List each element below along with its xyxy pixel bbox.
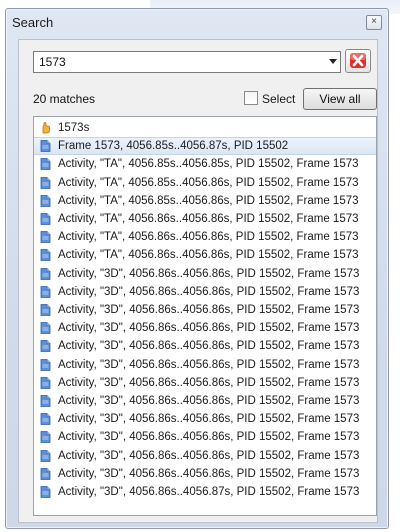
search-combobox[interactable] (33, 51, 341, 73)
clear-x-icon (350, 53, 366, 68)
document-icon (40, 431, 51, 444)
result-label: Activity, "3D", 4056.86s..4056.86s, PID … (58, 304, 360, 316)
result-label: Activity, "TA", 4056.86s..4056.86s, PID … (58, 213, 359, 225)
document-icon (40, 340, 51, 353)
document-icon (40, 213, 51, 225)
search-window: Search × 20 matches Select View all 1573… (5, 8, 389, 529)
result-row[interactable]: Activity, "3D", 4056.86s..4056.86s, PID … (34, 428, 376, 446)
result-label: Activity, "3D", 4056.86s..4056.86s, PID … (58, 322, 360, 335)
clear-search-button[interactable] (345, 49, 371, 73)
document-icon (40, 267, 51, 280)
result-label: Activity, "3D", 4056.86s..4056.86s, PID … (58, 395, 360, 407)
result-row[interactable]: Activity, "TA", 4056.85s..4056.86s, PID … (34, 192, 376, 210)
result-label: Activity, "3D", 4056.86s..4056.86s, PID … (58, 431, 360, 444)
document-icon (40, 176, 51, 189)
result-row[interactable]: Activity, "3D", 4056.86s..4056.86s, PID … (34, 392, 376, 410)
title-bar[interactable]: Search × (6, 9, 388, 33)
document-icon (40, 322, 51, 335)
result-label: Activity, "3D", 4056.86s..4056.86s, PID … (58, 449, 360, 462)
result-label: Activity, "TA", 4056.85s..4056.85s, PID … (58, 158, 359, 171)
search-input[interactable] (34, 52, 319, 72)
match-count: 20 matches (33, 92, 96, 106)
result-row[interactable]: Activity, "3D", 4056.86s..4056.87s, PID … (34, 483, 376, 501)
result-row[interactable]: Activity, "TA", 4056.85s..4056.86s, PID … (34, 174, 376, 192)
document-icon (40, 358, 51, 371)
document-icon (40, 194, 51, 207)
result-label: Frame 1573, 4056.85s..4056.87s, PID 1550… (58, 140, 289, 153)
result-label: Activity, "3D", 4056.86s..4056.86s, PID … (58, 340, 360, 353)
window-title: Search (12, 15, 54, 30)
results-list[interactable]: 1573s Frame 1573, 4056.85s..4056.87s, PID… (33, 116, 377, 516)
result-label: Activity, "TA", 4056.86s..4056.86s, PID … (58, 249, 359, 262)
result-label: Activity, "TA", 4056.85s..4056.86s, PID … (58, 194, 359, 207)
result-row[interactable]: Activity, "3D", 4056.86s..4056.86s, PID … (34, 337, 376, 355)
result-label: Activity, "3D", 4056.86s..4056.87s, PID … (58, 486, 360, 498)
document-icon (40, 413, 51, 426)
document-icon (40, 140, 51, 153)
result-row[interactable]: Activity, "3D", 4056.86s..4056.86s, PID … (34, 410, 376, 428)
document-icon (40, 486, 51, 498)
close-icon: × (371, 16, 377, 27)
result-row[interactable]: 1573s (34, 119, 376, 137)
result-row[interactable]: Frame 1573, 4056.85s..4056.87s, PID 1550… (34, 137, 376, 156)
result-row[interactable]: Activity, "TA", 4056.86s..4056.86s, PID … (34, 210, 376, 228)
result-row[interactable]: Activity, "3D", 4056.86s..4056.86s, PID … (34, 301, 376, 319)
result-label: Activity, "TA", 4056.85s..4056.86s, PID … (58, 176, 359, 189)
document-icon (40, 285, 51, 298)
result-row[interactable]: Activity, "TA", 4056.86s..4056.86s, PID … (34, 246, 376, 264)
view-all-button[interactable]: View all (303, 88, 377, 110)
document-icon (40, 467, 51, 480)
result-label: 1573s (58, 122, 90, 134)
result-label: Activity, "3D", 4056.86s..4056.86s, PID … (58, 376, 360, 389)
result-label: Activity, "3D", 4056.86s..4056.86s, PID … (58, 358, 360, 371)
result-row[interactable]: Activity, "3D", 4056.86s..4056.86s, PID … (34, 465, 376, 483)
result-label: Activity, "3D", 4056.86s..4056.86s, PID … (58, 413, 360, 426)
result-row[interactable]: Activity, "3D", 4056.86s..4056.86s, PID … (34, 356, 376, 374)
chevron-down-icon[interactable] (329, 59, 337, 64)
document-icon (40, 304, 51, 316)
result-row[interactable]: Activity, "3D", 4056.86s..4056.86s, PID … (34, 265, 376, 283)
result-row[interactable]: Activity, "3D", 4056.86s..4056.86s, PID … (34, 283, 376, 301)
result-label: Activity, "3D", 4056.86s..4056.86s, PID … (58, 285, 360, 298)
result-row[interactable]: Activity, "3D", 4056.86s..4056.86s, PID … (34, 374, 376, 392)
document-icon (40, 395, 51, 407)
result-row[interactable]: Activity, "TA", 4056.86s..4056.86s, PID … (34, 228, 376, 246)
result-row[interactable]: Activity, "3D", 4056.86s..4056.86s, PID … (34, 319, 376, 337)
result-label: Activity, "3D", 4056.86s..4056.86s, PID … (58, 467, 360, 480)
hand-icon (40, 122, 51, 134)
document-icon (40, 376, 51, 389)
result-label: Activity, "TA", 4056.86s..4056.86s, PID … (58, 231, 359, 244)
result-row[interactable]: Activity, "TA", 4056.85s..4056.85s, PID … (34, 155, 376, 173)
document-icon (40, 158, 51, 171)
close-button[interactable]: × (366, 15, 382, 30)
search-panel: 20 matches Select View all 1573s Frame 15… (18, 39, 378, 523)
select-checkbox-label[interactable]: Select (262, 92, 295, 106)
document-icon (40, 231, 51, 244)
result-label: Activity, "3D", 4056.86s..4056.86s, PID … (58, 267, 360, 280)
result-row[interactable]: Activity, "3D", 4056.86s..4056.86s, PID … (34, 447, 376, 465)
document-icon (40, 449, 51, 462)
select-checkbox[interactable] (244, 91, 258, 105)
document-icon (40, 249, 51, 262)
